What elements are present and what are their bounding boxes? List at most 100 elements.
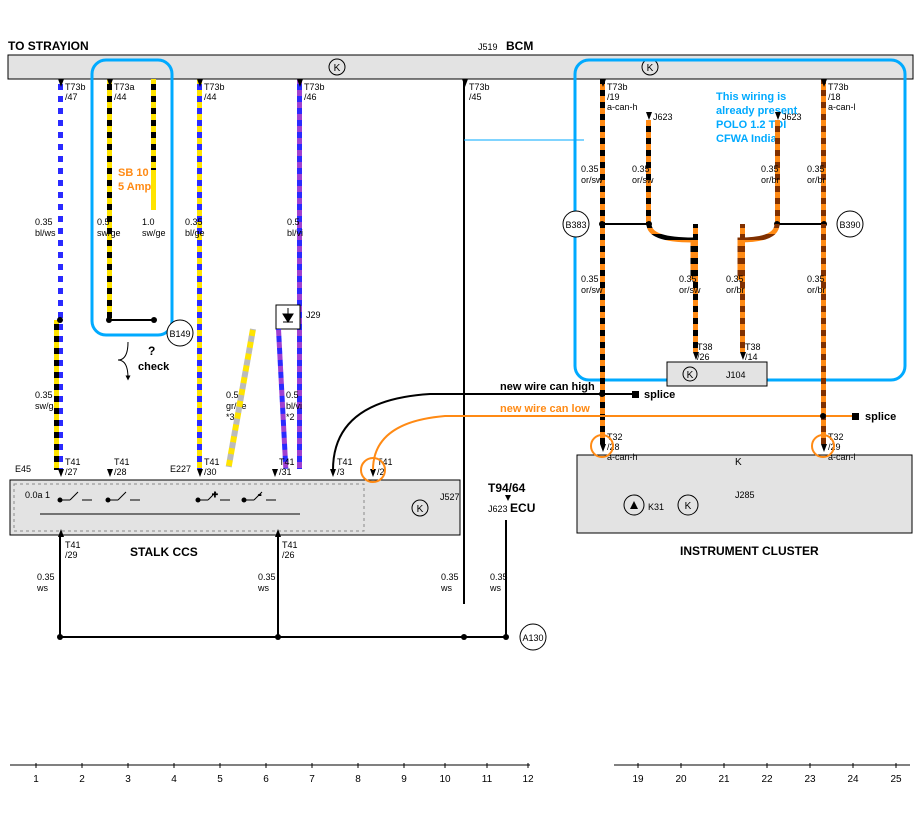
svg-text:/45: /45 (469, 92, 482, 102)
svg-text:0.5: 0.5 (226, 390, 239, 400)
svg-text:0.35: 0.35 (258, 572, 276, 582)
label-j104: J104 (726, 370, 746, 380)
svg-text:/28: /28 (114, 467, 127, 477)
svg-text:or/br: or/br (807, 175, 826, 185)
svg-text:T73b: T73b (65, 82, 86, 92)
svg-text:/18: /18 (828, 92, 841, 102)
svg-text:J623: J623 (782, 112, 802, 122)
svg-text:0.35: 0.35 (35, 217, 53, 227)
svg-text:a-can-h: a-can-h (607, 102, 638, 112)
svg-text:/47: /47 (65, 92, 78, 102)
svg-text:7: 7 (309, 774, 315, 785)
svg-text:24: 24 (847, 774, 859, 785)
svg-text:A130: A130 (522, 633, 543, 643)
svg-text:ws: ws (489, 583, 501, 593)
svg-text:0.0a 1: 0.0a 1 (25, 490, 50, 500)
svg-text:or/br: or/br (726, 285, 745, 295)
svg-text:bl/vi: bl/vi (286, 401, 302, 411)
svg-text:or/sw: or/sw (679, 285, 701, 295)
svg-text:or/br: or/br (807, 285, 826, 295)
svg-text:1: 1 (33, 774, 39, 785)
header-to: TO STRAYION (8, 39, 89, 53)
svg-text:19: 19 (632, 774, 644, 785)
svg-text:T41: T41 (65, 540, 81, 550)
svg-text:3: 3 (125, 774, 131, 785)
svg-text:bl/vi: bl/vi (287, 228, 303, 238)
svg-text:ws: ws (440, 583, 452, 593)
svg-text:/3: /3 (337, 467, 345, 477)
svg-text:0.35: 0.35 (37, 572, 55, 582)
svg-text:10: 10 (439, 774, 451, 785)
label-j519: J519 (478, 42, 498, 52)
svg-text:ws: ws (257, 583, 269, 593)
svg-text:/26: /26 (697, 352, 710, 362)
svg-text:20: 20 (675, 774, 687, 785)
svg-text:T41: T41 (282, 540, 298, 550)
j104-box (667, 362, 767, 386)
svg-text:/29: /29 (65, 550, 78, 560)
svg-text:0.35: 0.35 (726, 274, 744, 284)
label-e45: E45 (15, 464, 31, 474)
svg-text:0.35: 0.35 (185, 217, 203, 227)
svg-text:T73b: T73b (469, 82, 490, 92)
label-k: K (735, 457, 742, 468)
svg-text:T41: T41 (204, 457, 220, 467)
ref-line-1 (463, 79, 465, 604)
fuse-rating: 5 Amp (118, 181, 151, 193)
svg-text:/19: /19 (607, 92, 620, 102)
svg-text:ws: ws (36, 583, 48, 593)
label-e227: E227 (170, 464, 191, 474)
svg-text:T38: T38 (745, 342, 761, 352)
svg-text:/46: /46 (304, 92, 317, 102)
label-t94: T94/64 (488, 481, 526, 495)
svg-text:K: K (334, 63, 341, 74)
svg-text:21: 21 (718, 774, 730, 785)
svg-text:*2: *2 (286, 412, 295, 422)
svg-text:6: 6 (263, 774, 269, 785)
svg-text:K: K (685, 501, 692, 512)
svg-text:T38: T38 (697, 342, 713, 352)
wiring-diagram: K K TO STRAYION J519 BCM This wiring isa… (0, 0, 918, 830)
annot-new-low: new wire can low (500, 403, 590, 415)
svg-text:/31: /31 (279, 467, 292, 477)
svg-text:/26: /26 (282, 550, 295, 560)
svg-text:0.35: 0.35 (35, 390, 53, 400)
svg-text:T41: T41 (114, 457, 130, 467)
fuse-id: SB 10 (118, 167, 149, 179)
svg-text:J623 ECU: J623 ECU (488, 501, 535, 515)
svg-text:K: K (647, 63, 654, 74)
annot-new-high: new wire can high (500, 381, 595, 393)
svg-text:8: 8 (355, 774, 361, 785)
svg-text:or/sw: or/sw (632, 175, 654, 185)
svg-text:T73b: T73b (607, 82, 628, 92)
svg-text:0.35: 0.35 (581, 274, 599, 284)
svg-text:K: K (687, 370, 694, 381)
svg-text:0.5: 0.5 (286, 390, 299, 400)
svg-text:-: - (258, 490, 261, 501)
svg-text:0.35: 0.35 (441, 572, 459, 582)
svg-text:K31: K31 (648, 502, 664, 512)
svg-text:B390: B390 (839, 220, 860, 230)
svg-text:0.35: 0.35 (807, 164, 825, 174)
svg-text:5: 5 (217, 774, 223, 785)
svg-text:bl/ge: bl/ge (185, 228, 205, 238)
svg-text:*3: *3 (226, 412, 235, 422)
overlay-fuse-box (92, 60, 172, 335)
svg-text:0.35: 0.35 (581, 164, 599, 174)
svg-text:25: 25 (890, 774, 902, 785)
svg-text:12: 12 (522, 774, 534, 785)
svg-text:0.35: 0.35 (807, 274, 825, 284)
svg-text:or/sw: or/sw (581, 285, 603, 295)
svg-text:B149: B149 (169, 329, 190, 339)
svg-text:or/br: or/br (761, 175, 780, 185)
svg-text:or/sw: or/sw (581, 175, 603, 185)
stalk-box (10, 480, 460, 535)
svg-text:T41: T41 (337, 457, 353, 467)
svg-text:23: 23 (804, 774, 816, 785)
svg-text:22: 22 (761, 774, 773, 785)
svg-text:a-can-h: a-can-h (607, 452, 638, 462)
svg-text:splice: splice (644, 389, 675, 401)
svg-text:/44: /44 (114, 92, 127, 102)
svg-text:0.5: 0.5 (97, 217, 110, 227)
label-stalk: STALK CCS (130, 545, 198, 559)
